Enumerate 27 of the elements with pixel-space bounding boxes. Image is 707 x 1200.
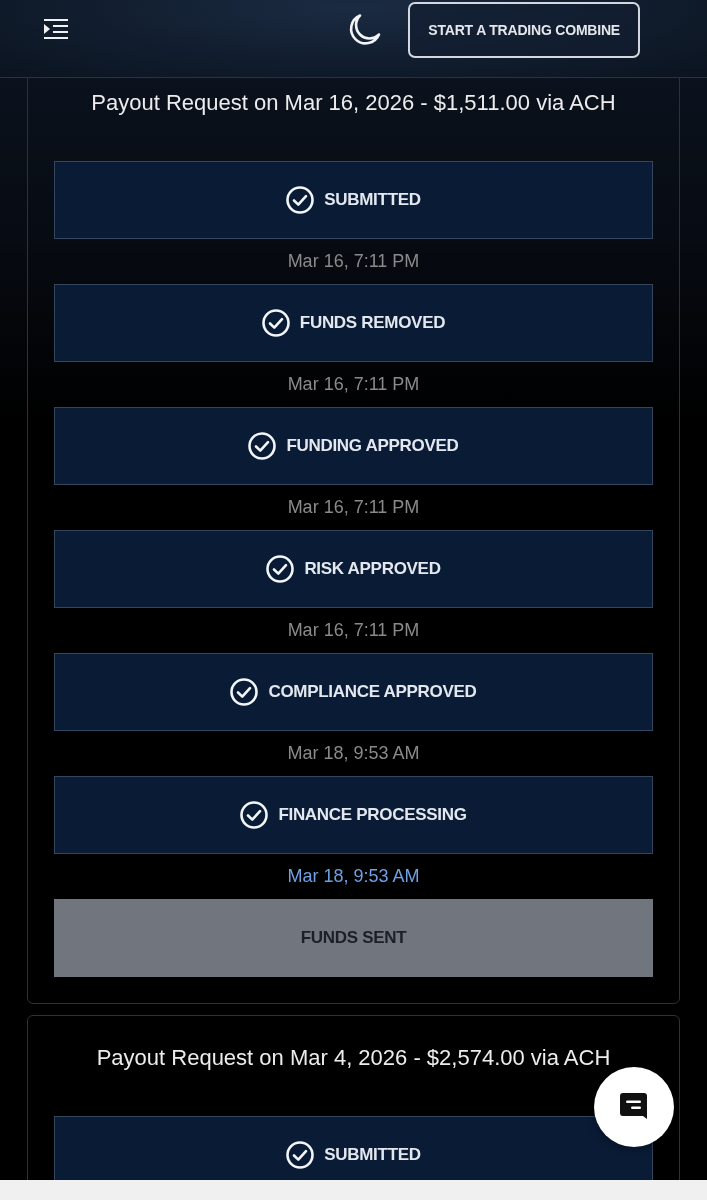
- moon-icon[interactable]: [347, 12, 382, 46]
- timestamp: Mar 16, 7:11 PM: [287, 374, 420, 395]
- step-label: SUBMITTED: [324, 1145, 421, 1165]
- step-label: SUBMITTED: [324, 190, 421, 210]
- timestamp: Mar 16, 7:11 PM: [287, 251, 420, 272]
- payout-title: Payout Request on Mar 4, 2026 - $2,574.00 via ACH: [95, 1044, 612, 1072]
- payout-title: Payout Request on Mar 16, 2026 - $1,511.00 via ACH: [90, 89, 617, 117]
- chat-icon: [619, 1092, 649, 1122]
- check-circle-icon: [266, 555, 295, 583]
- check-circle-icon: [286, 186, 315, 214]
- start-combine-button[interactable]: START A TRADING COMBINE: [408, 2, 640, 58]
- step-label: COMPLIANCE APPROVED: [268, 682, 477, 702]
- check-circle-icon: [286, 1141, 315, 1169]
- check-circle-icon: [261, 309, 290, 337]
- timestamp: Mar 16, 7:11 PM: [287, 497, 420, 518]
- step-label: FUNDING APPROVED: [286, 436, 459, 456]
- step-label: FINANCE PROCESSING: [278, 805, 467, 825]
- check-circle-icon: [248, 432, 277, 460]
- timestamp: Mar 16, 7:11 PM: [287, 620, 420, 641]
- step-label: FUNDS REMOVED: [299, 313, 446, 333]
- timestamp: Mar 18, 9:53 AM: [287, 866, 420, 887]
- timestamp: Mar 18, 9:53 AM: [287, 743, 420, 764]
- check-circle-icon: [230, 678, 259, 706]
- menu-icon[interactable]: [44, 19, 68, 39]
- check-circle-icon: [240, 801, 269, 829]
- step-label: FUNDS SENT: [300, 928, 407, 948]
- step-label: RISK APPROVED: [304, 559, 441, 579]
